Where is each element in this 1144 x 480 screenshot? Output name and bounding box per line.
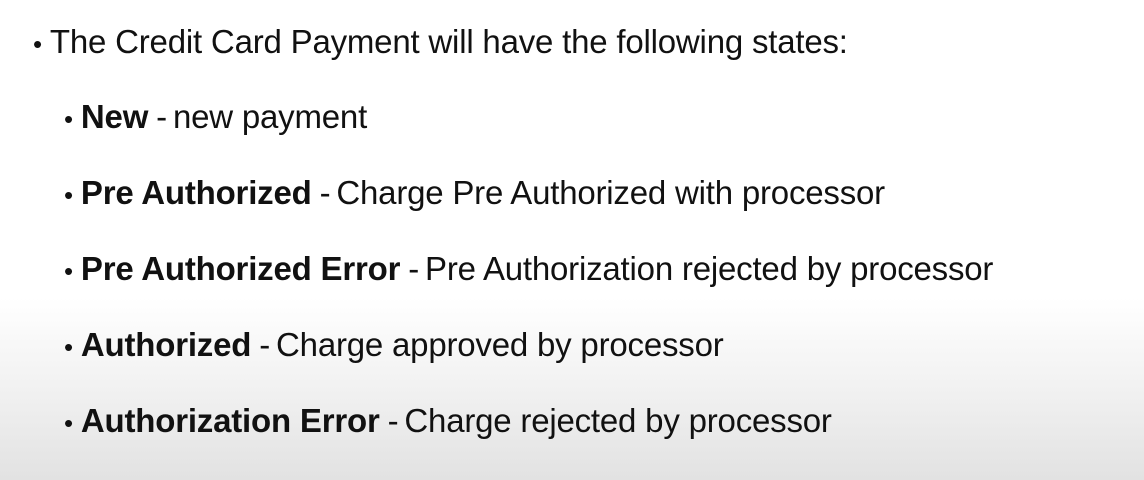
state-description: Charge rejected by processor xyxy=(404,402,832,439)
heading-text: The Credit Card Payment will have the fo… xyxy=(49,23,848,60)
state-term: Authorized xyxy=(80,326,252,363)
state-separator: - xyxy=(156,98,167,135)
state-item-pre-authorized-error: • Pre Authorized Error - Pre Authorizati… xyxy=(64,249,993,291)
bullet-icon: • xyxy=(64,408,73,438)
slide: • The Credit Card Payment will have the … xyxy=(0,0,1144,480)
state-description: Charge Pre Authorized with processor xyxy=(336,174,885,211)
state-separator: - xyxy=(387,402,399,439)
state-separator: - xyxy=(319,174,331,211)
state-term: New xyxy=(80,98,149,135)
state-item-authorization-error: • Authorization Error - Charge rejected … xyxy=(64,401,832,443)
bullet-icon: • xyxy=(64,180,73,210)
bullet-icon: • xyxy=(64,104,73,134)
state-description: Pre Authorization rejected by processor xyxy=(425,250,994,287)
state-item-new: • New - new payment xyxy=(64,97,367,139)
state-description: new payment xyxy=(172,98,368,135)
state-term: Pre Authorized Error xyxy=(80,250,401,287)
bullet-icon: • xyxy=(64,332,73,362)
bullet-icon: • xyxy=(33,29,42,59)
state-separator: - xyxy=(259,326,271,363)
state-term: Pre Authorized xyxy=(80,174,312,211)
heading-bullet: • The Credit Card Payment will have the … xyxy=(33,22,848,64)
state-term: Authorization Error xyxy=(80,402,380,439)
state-description: Charge approved by processor xyxy=(276,326,724,363)
bullet-icon: • xyxy=(64,256,73,286)
state-item-authorized: • Authorized - Charge approved by proces… xyxy=(64,325,724,367)
state-separator: - xyxy=(408,250,420,287)
state-item-pre-authorized: • Pre Authorized - Charge Pre Authorized… xyxy=(64,173,885,215)
